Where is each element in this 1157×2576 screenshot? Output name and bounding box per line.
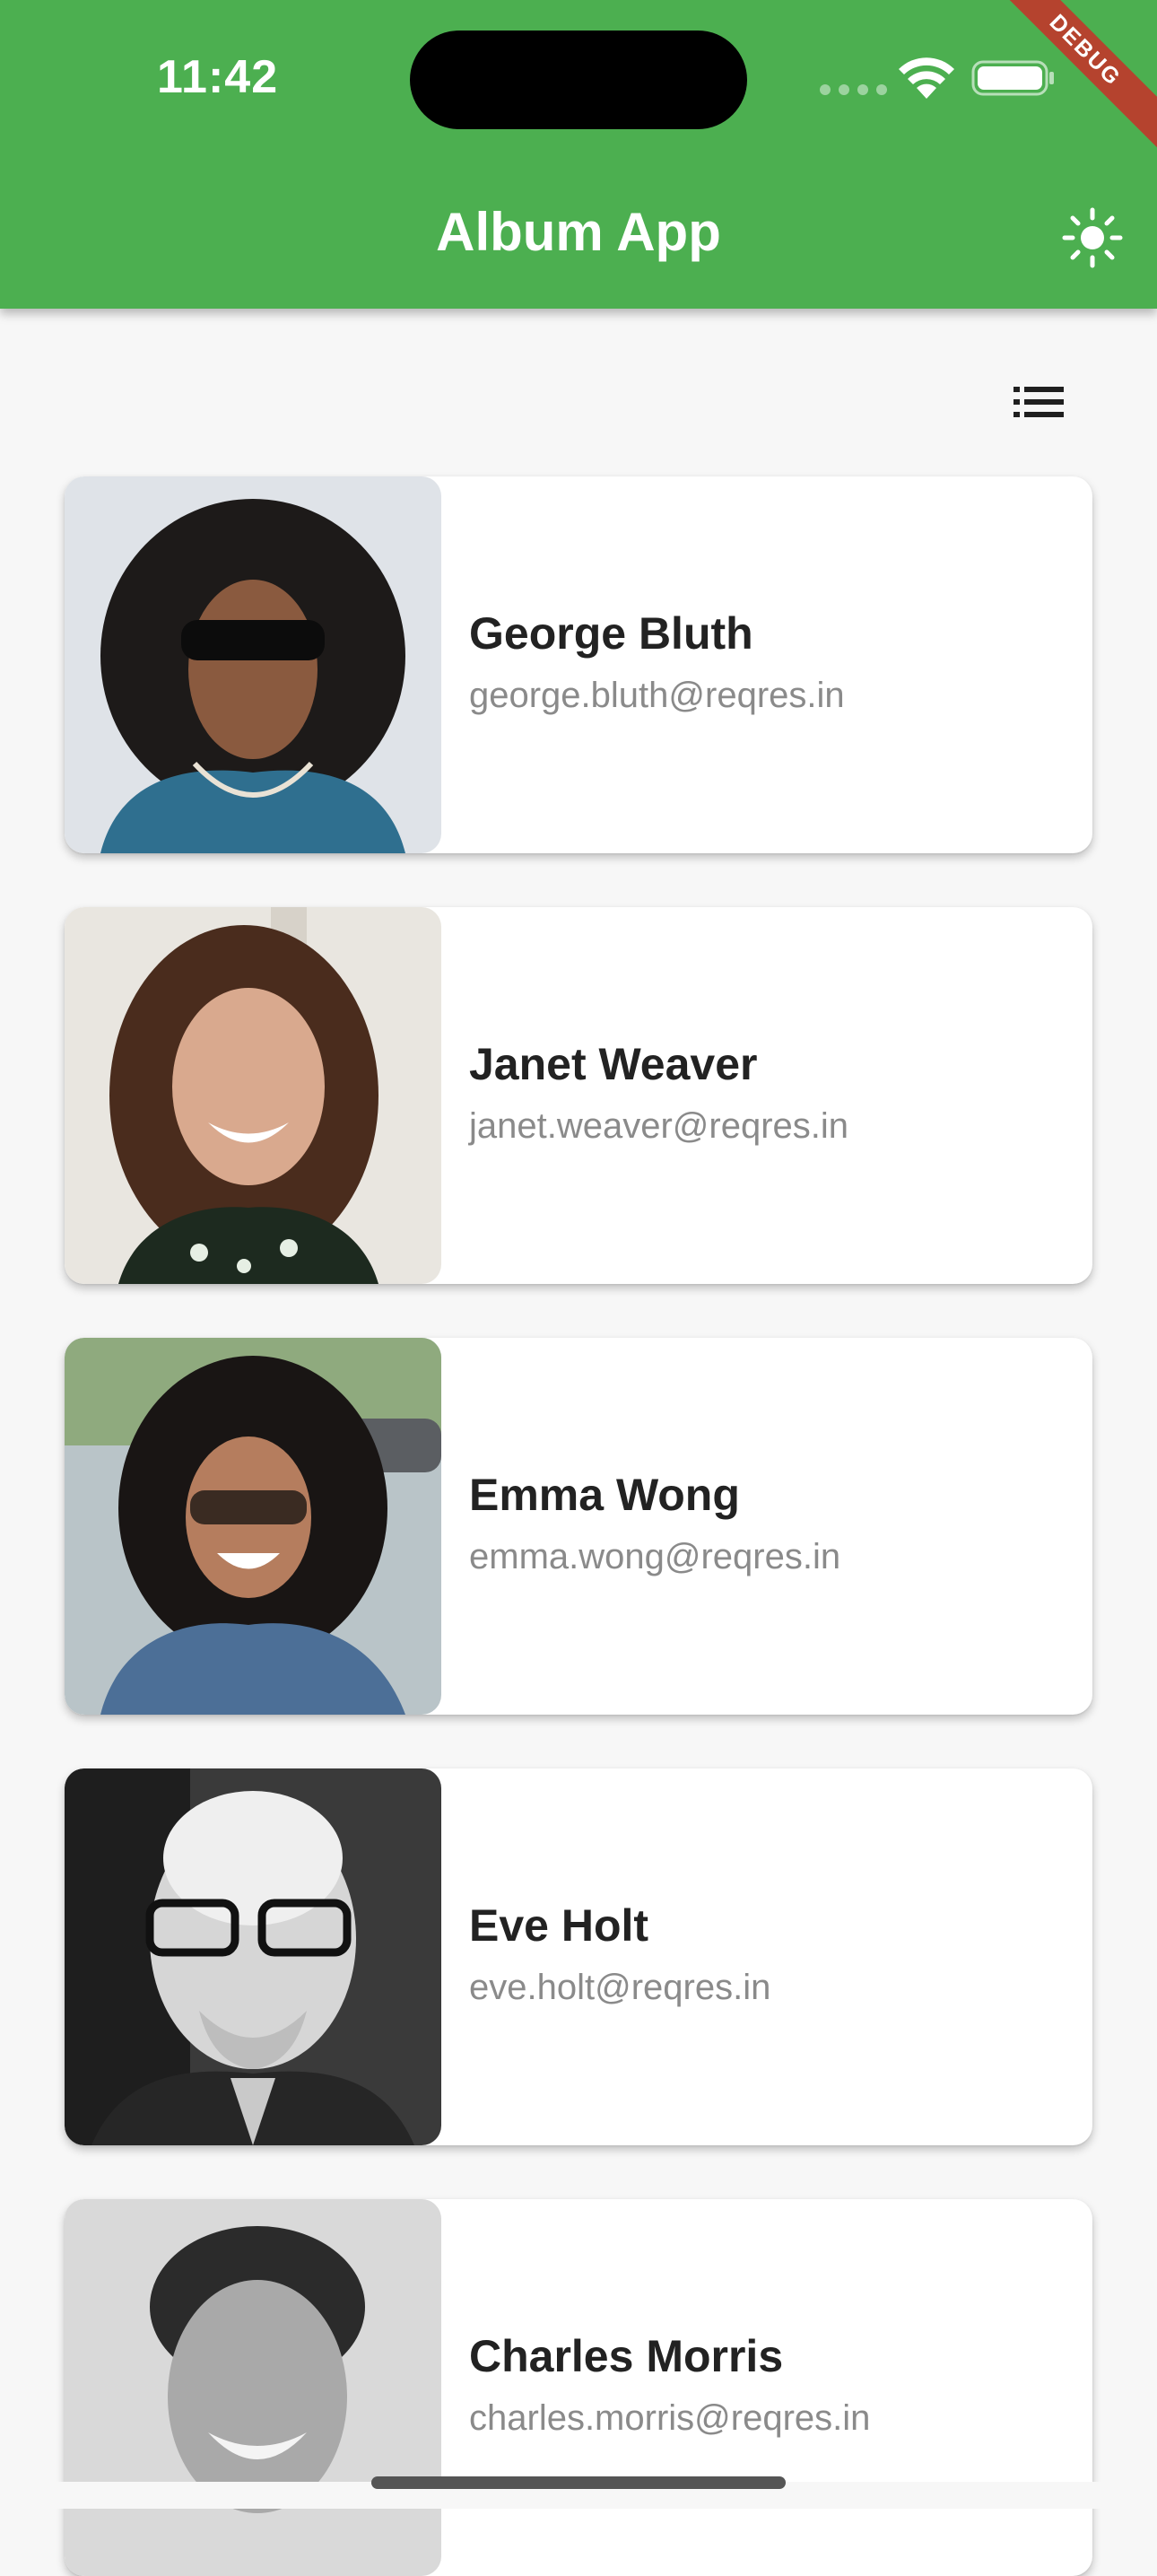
wifi-icon	[899, 57, 954, 99]
sun-icon	[1062, 207, 1123, 268]
user-card[interactable]: Charles Morris charles.morris@reqres.in	[65, 2199, 1092, 2576]
view-toggle-button[interactable]	[1005, 377, 1073, 427]
user-name: George Bluth	[469, 608, 753, 659]
status-time: 11:42	[157, 51, 279, 103]
user-name: Janet Weaver	[469, 1039, 758, 1089]
user-card[interactable]: Emma Wong emma.wong@reqres.in	[65, 1338, 1092, 1715]
user-name: Charles Morris	[469, 2331, 784, 2381]
dynamic-island	[410, 31, 747, 129]
avatar	[65, 1768, 441, 2145]
user-card[interactable]: Janet Weaver janet.weaver@reqres.in	[65, 907, 1092, 1284]
user-card[interactable]: George Bluth george.bluth@reqres.in	[65, 476, 1092, 853]
avatar	[65, 907, 441, 1284]
cellular-signal-icon	[820, 84, 887, 95]
theme-toggle-button[interactable]	[1057, 202, 1128, 274]
user-card[interactable]: Eve Holt eve.holt@reqres.in	[65, 1768, 1092, 2145]
user-email: george.bluth@reqres.in	[469, 676, 845, 715]
user-email: eve.holt@reqres.in	[469, 1968, 771, 2007]
user-email: emma.wong@reqres.in	[469, 1537, 841, 1576]
list-view-icon	[1013, 387, 1064, 417]
user-email: charles.morris@reqres.in	[469, 2398, 871, 2438]
avatar	[65, 2199, 441, 2576]
avatar	[65, 476, 441, 853]
user-email: janet.weaver@reqres.in	[469, 1106, 849, 1146]
home-indicator[interactable]	[371, 2476, 786, 2489]
app-title: Album App	[436, 202, 721, 262]
battery-icon	[971, 60, 1054, 96]
app-bar: 11:42 DEBUG Album App	[0, 0, 1157, 309]
avatar	[65, 1338, 441, 1715]
user-name: Eve Holt	[469, 1900, 649, 1951]
user-name: Emma Wong	[469, 1470, 740, 1520]
